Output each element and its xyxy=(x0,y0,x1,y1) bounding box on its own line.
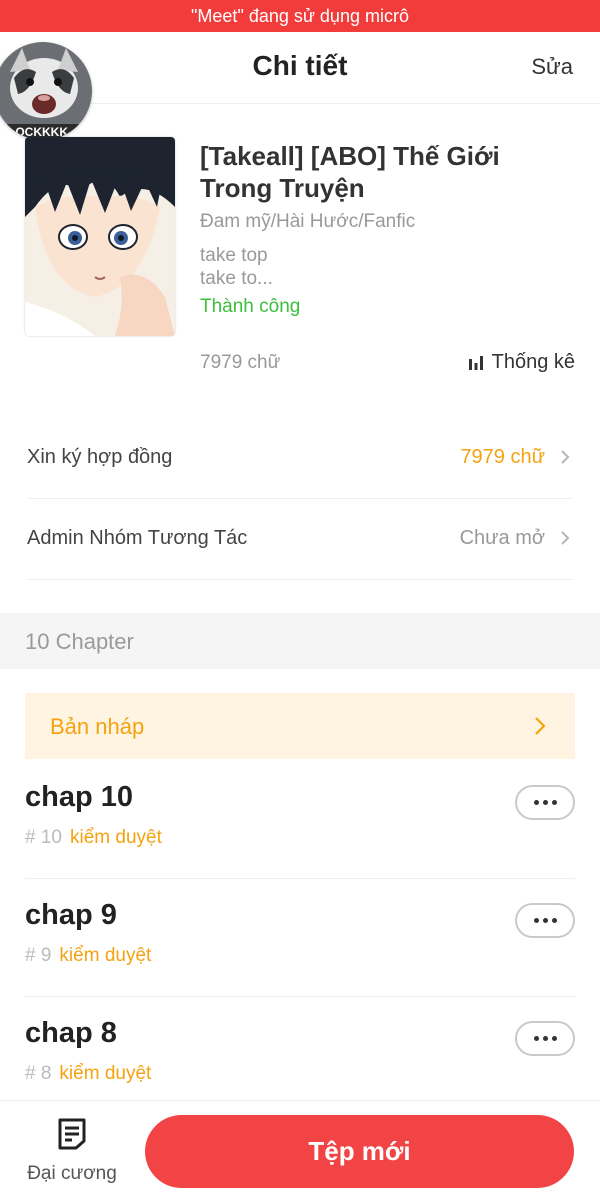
chapter-name: chap 8 xyxy=(25,1017,117,1049)
book-genre: Đam mỹ/Hài Hước/Fanfic xyxy=(200,211,416,232)
chapter-count: 10 Chapter xyxy=(25,629,134,654)
chapter-number: # 9 xyxy=(25,945,52,966)
word-count: 7979 chữ xyxy=(200,352,281,373)
draft-label: Bản nháp xyxy=(50,714,145,739)
book-title: [Takeall] [ABO] Thế Giới Trong Truyện xyxy=(200,141,500,203)
contract-request-value: 7979 chữ xyxy=(460,446,545,468)
chapter-name: chap 9 xyxy=(25,899,117,931)
interaction-group-label: Admin Nhóm Tương Tác xyxy=(27,527,248,549)
outline-label: Đại cương xyxy=(27,1163,117,1184)
bottom-action-bar: Đại cương Tệp mới xyxy=(0,1100,600,1200)
chapter-item[interactable]: chap 10 # 10 kiểm duyệt xyxy=(25,761,575,879)
more-options-button[interactable] xyxy=(515,785,575,820)
outline-button[interactable]: Đại cương xyxy=(20,1115,124,1191)
chapter-meta: # 8 kiểm duyệt xyxy=(25,1063,151,1085)
contract-request-row[interactable]: Xin ký hợp đồng 7979 chữ xyxy=(27,418,573,499)
more-dot-icon xyxy=(551,918,557,923)
chapter-number: # 8 xyxy=(25,1063,52,1084)
more-options-button[interactable] xyxy=(515,903,575,938)
more-dot-icon xyxy=(551,800,557,805)
book-cover[interactable] xyxy=(25,137,175,336)
chapter-meta: # 10 kiểm duyệt xyxy=(25,827,162,849)
chevron-right-icon xyxy=(535,717,546,735)
description-line: take to... xyxy=(200,268,273,289)
edit-button[interactable]: Sửa xyxy=(531,54,573,80)
more-options-button[interactable] xyxy=(515,1021,575,1056)
chapter-name: chap 10 xyxy=(25,781,133,813)
chapter-number: # 10 xyxy=(25,827,62,848)
chevron-right-icon xyxy=(561,450,570,464)
draft-row[interactable]: Bản nháp xyxy=(25,693,575,759)
book-status: Thành công xyxy=(200,296,301,317)
stats-button[interactable]: Thống kê xyxy=(468,351,575,374)
book-description: take top take to... xyxy=(200,244,350,290)
chapter-item[interactable]: chap 8 # 8 kiểm duyệt xyxy=(25,997,575,1115)
chapter-item[interactable]: chap 9 # 9 kiểm duyệt xyxy=(25,879,575,997)
stats-label: Thống kê xyxy=(491,351,575,373)
description-line: take top xyxy=(200,245,268,266)
more-dot-icon xyxy=(533,918,539,923)
book-cover-image xyxy=(25,137,175,336)
more-dot-icon xyxy=(542,800,548,805)
interaction-group-row[interactable]: Admin Nhóm Tương Tác Chưa mở xyxy=(27,499,573,580)
cat-avatar-image: LOCKKKK xyxy=(0,42,92,140)
mic-usage-notice: "Meet" đang sử dụng micrô xyxy=(0,0,600,32)
chapter-count-bar: 10 Chapter xyxy=(0,613,600,669)
chapter-meta: # 9 kiểm duyệt xyxy=(25,945,151,967)
contract-request-label: Xin ký hợp đồng xyxy=(27,446,173,468)
interaction-group-value: Chưa mở xyxy=(459,527,545,549)
chevron-right-icon xyxy=(561,531,570,545)
outline-document-icon xyxy=(58,1118,86,1150)
more-dot-icon xyxy=(542,1036,548,1041)
chapter-status: kiểm duyệt xyxy=(59,1063,152,1084)
more-dot-icon xyxy=(542,918,548,923)
more-dot-icon xyxy=(533,800,539,805)
chapter-status: kiểm duyệt xyxy=(69,827,162,848)
new-file-button[interactable]: Tệp mới xyxy=(145,1115,574,1188)
floating-avatar[interactable]: LOCKKKK xyxy=(0,42,92,140)
more-dot-icon xyxy=(533,1036,539,1041)
more-dot-icon xyxy=(551,1036,557,1041)
bar-chart-icon xyxy=(468,355,483,370)
chapter-status: kiểm duyệt xyxy=(59,945,152,966)
